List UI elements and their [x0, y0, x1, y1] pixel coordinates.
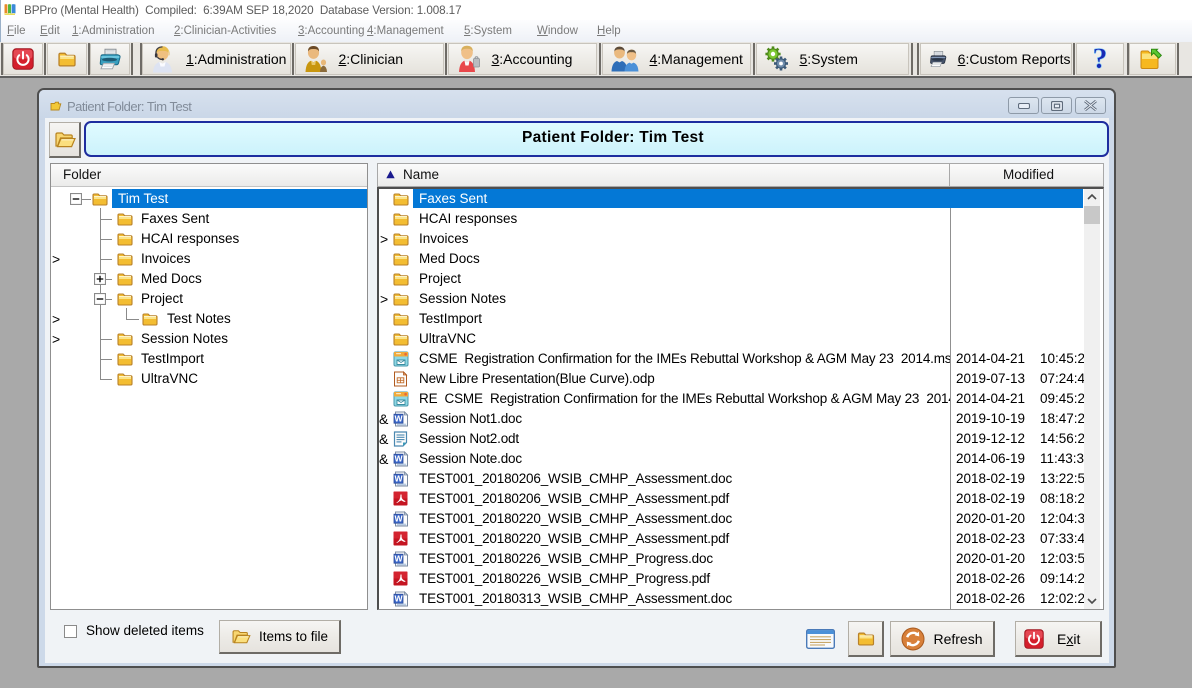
- svg-text:W: W: [394, 454, 403, 464]
- svg-text:?: ?: [1092, 44, 1107, 74]
- svg-text:W: W: [394, 554, 403, 564]
- svg-text:W: W: [394, 474, 403, 484]
- svg-text:W: W: [394, 594, 403, 604]
- svg-text:W: W: [394, 414, 403, 424]
- svg-text:W: W: [394, 514, 403, 524]
